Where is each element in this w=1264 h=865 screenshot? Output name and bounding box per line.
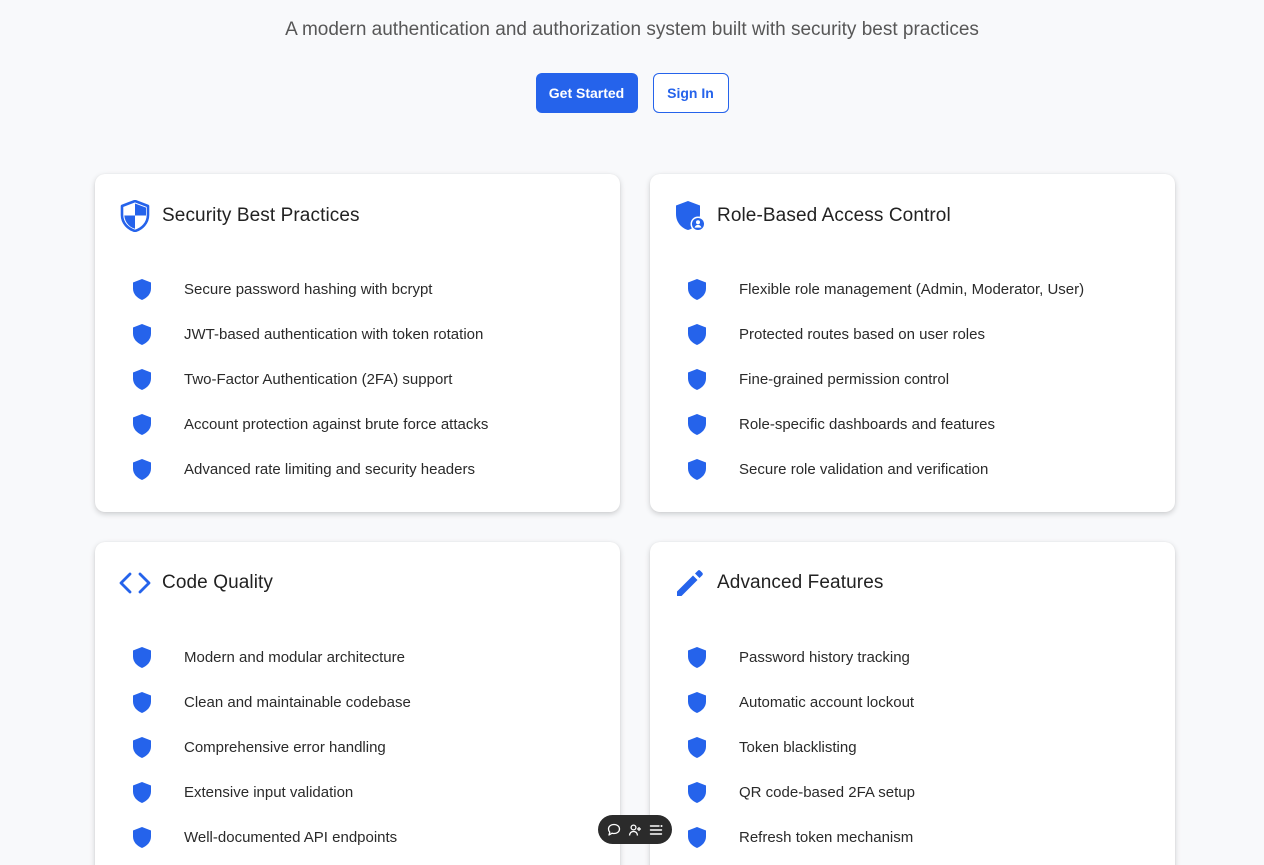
shield-icon [686,414,708,436]
feature-text: Secure password hashing with bcrypt [184,281,433,298]
shield-icon [131,369,153,391]
shield-icon [131,459,153,481]
feature-list: Modern and modular architecture Clean an… [131,635,411,860]
card-header: Security Best Practices [119,200,360,232]
card-role-based-access-control: Role-Based Access Control Flexible role … [650,174,1175,512]
card-advanced-features: Advanced Features Password history track… [650,542,1175,865]
shield-icon [131,647,153,669]
get-started-button[interactable]: Get Started [535,73,638,113]
list-item: Extensive input validation [131,770,411,815]
card-title: Advanced Features [717,572,884,593]
list-item: Role-specific dashboards and features [686,402,1084,447]
shield-icon [131,782,153,804]
page: A modern authentication and authorizatio… [0,0,1264,865]
feature-text: Role-specific dashboards and features [739,416,995,433]
feature-list: Secure password hashing with bcrypt JWT-… [131,267,488,492]
cta-row: Get Started Sign In [0,73,1264,113]
list-item: Refresh token mechanism [686,815,915,860]
sign-in-button[interactable]: Sign In [652,73,729,113]
shield-icon [686,459,708,481]
list-item: Fine-grained permission control [686,357,1084,402]
feature-list: Flexible role management (Admin, Moderat… [686,267,1084,492]
card-header: Advanced Features [674,567,883,599]
feature-text: JWT-based authentication with token rota… [184,326,484,343]
feature-text: Protected routes based on user roles [739,326,985,343]
list-item: Clean and maintainable codebase [131,680,411,725]
hero-subtitle: A modern authentication and authorizatio… [285,19,979,40]
feature-text: Flexible role management (Admin, Moderat… [739,281,1085,298]
feature-text: Comprehensive error handling [184,739,386,756]
list-item: Well-documented API endpoints [131,815,411,860]
list-item: Secure password hashing with bcrypt [131,267,488,312]
feature-list: Password history tracking Automatic acco… [686,635,915,860]
card-title: Security Best Practices [162,205,360,226]
list-item: Secure role validation and verification [686,447,1084,492]
card-title: Code Quality [162,572,274,593]
feature-text: Well-documented API endpoints [184,829,398,846]
list-icon[interactable] [647,821,665,839]
shield-icon [686,369,708,391]
shield-icon [686,692,708,714]
feature-text: Two-Factor Authentication (2FA) support [184,371,453,388]
shield-icon [131,279,153,301]
feature-text: Clean and maintainable codebase [184,694,411,711]
feature-text: Refresh token mechanism [739,829,914,846]
list-item: Password history tracking [686,635,915,680]
shield-icon [686,782,708,804]
shield-icon [686,279,708,301]
add-user-icon[interactable] [626,821,644,839]
shield-icon [131,324,153,346]
code-icon [119,567,151,599]
card-security-best-practices: Security Best Practices Secure password … [95,174,620,512]
list-item: Two-Factor Authentication (2FA) support [131,357,488,402]
shield-half-icon [119,200,151,232]
shield-icon [686,647,708,669]
feature-text: Extensive input validation [184,784,354,801]
list-item: Comprehensive error handling [131,725,411,770]
pencil-icon [674,567,706,599]
shield-icon [686,827,708,849]
shield-icon [131,414,153,436]
list-item: Advanced rate limiting and security head… [131,447,488,492]
feature-text: Account protection against brute force a… [184,416,489,433]
list-item: Account protection against brute force a… [131,402,488,447]
feature-text: Fine-grained permission control [739,371,950,388]
shield-user-icon [674,200,706,232]
list-item: Token blacklisting [686,725,915,770]
shield-icon [131,692,153,714]
list-item: JWT-based authentication with token rota… [131,312,488,357]
shield-icon [131,737,153,759]
hero-title-clip [0,0,1264,6]
shield-icon [686,324,708,346]
floating-toolbar [598,815,672,844]
feature-text: Secure role validation and verification [739,461,989,478]
shield-icon [686,737,708,759]
feature-text: Modern and modular architecture [184,649,405,666]
feature-text: Token blacklisting [739,739,857,756]
card-header: Code Quality [119,567,273,599]
shield-icon [131,827,153,849]
list-item: Flexible role management (Admin, Moderat… [686,267,1084,312]
feature-text: Password history tracking [739,649,910,666]
list-item: Protected routes based on user roles [686,312,1084,357]
card-header: Role-Based Access Control [674,200,951,232]
comment-icon[interactable] [605,821,623,839]
feature-text: Automatic account lockout [739,694,915,711]
list-item: QR code-based 2FA setup [686,770,915,815]
feature-text: QR code-based 2FA setup [739,784,915,801]
list-item: Modern and modular architecture [131,635,411,680]
feature-text: Advanced rate limiting and security head… [184,461,475,478]
card-code-quality: Code Quality Modern and modular architec… [95,542,620,865]
list-item: Automatic account lockout [686,680,915,725]
card-title: Role-Based Access Control [717,205,951,226]
